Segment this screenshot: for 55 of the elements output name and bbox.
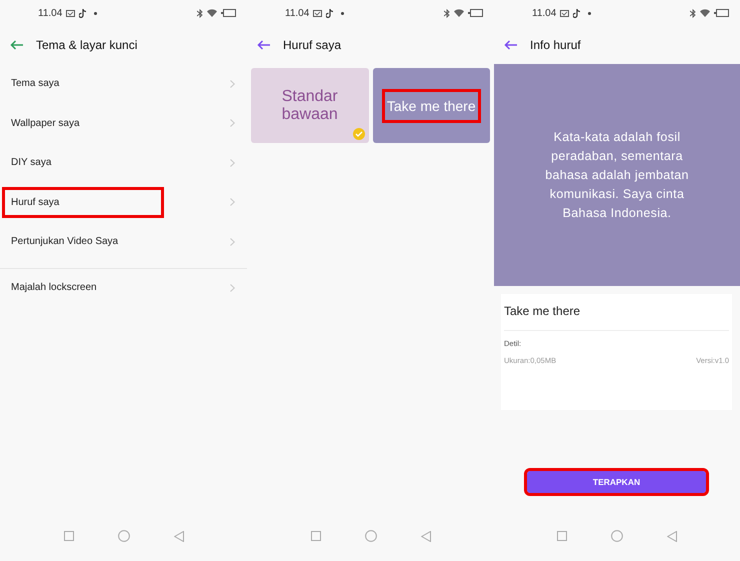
wifi-icon bbox=[454, 9, 464, 17]
page-title: Tema & layar kunci bbox=[36, 38, 138, 52]
apply-button[interactable]: TERAPKAN bbox=[527, 471, 706, 493]
page-title: Huruf saya bbox=[283, 38, 342, 52]
chevron-right-icon bbox=[230, 80, 235, 88]
battery-icon bbox=[714, 9, 730, 17]
dot-icon bbox=[94, 12, 98, 14]
message-icon bbox=[560, 10, 570, 16]
home-icon[interactable] bbox=[118, 530, 130, 542]
font-name: Take me there bbox=[504, 304, 729, 331]
chevron-right-icon bbox=[230, 198, 235, 206]
menu-item[interactable]: Tema saya bbox=[5, 71, 66, 96]
page-title: Info huruf bbox=[530, 38, 581, 52]
bluetooth-icon bbox=[690, 8, 696, 18]
chevron-right-icon bbox=[230, 284, 235, 292]
message-icon bbox=[313, 10, 322, 16]
back-icon[interactable] bbox=[420, 530, 430, 542]
back-arrow-icon[interactable] bbox=[10, 40, 24, 50]
font-name: Take me there bbox=[384, 92, 478, 120]
dot-icon bbox=[588, 12, 592, 14]
recent-apps-icon[interactable] bbox=[557, 531, 567, 541]
bluetooth-icon bbox=[197, 8, 203, 18]
battery-icon bbox=[468, 9, 484, 17]
dot-icon bbox=[341, 12, 344, 14]
back-arrow-icon[interactable] bbox=[257, 40, 271, 50]
recent-apps-icon[interactable] bbox=[310, 531, 320, 541]
back-icon[interactable] bbox=[174, 530, 184, 542]
status-time: 11.04 bbox=[285, 8, 310, 18]
preview-text: Kata-kata adalah fosil peradaban, sementara bahasa adalah jembatan komunikasi. Saya cinta Bahasa Indonesia. bbox=[544, 128, 690, 222]
menu-item[interactable]: Huruf saya bbox=[5, 190, 161, 215]
chevron-right-icon bbox=[230, 119, 235, 128]
menu-item[interactable]: Majalah lockscreen bbox=[5, 275, 103, 300]
message-icon bbox=[66, 10, 76, 16]
status-time: 11.04 bbox=[532, 8, 556, 18]
status-time: 11.04 bbox=[38, 8, 62, 18]
menu-item[interactable]: DIY saya bbox=[5, 150, 58, 176]
back-icon[interactable] bbox=[667, 530, 677, 542]
font-card[interactable]: Standar bawaan bbox=[251, 68, 368, 143]
menu-item[interactable]: Wallpaper saya bbox=[5, 110, 86, 136]
battery-icon bbox=[221, 9, 237, 17]
music-note-icon bbox=[573, 8, 580, 18]
back-arrow-icon[interactable] bbox=[504, 40, 518, 50]
recent-apps-icon[interactable] bbox=[64, 531, 74, 541]
check-icon bbox=[352, 128, 364, 140]
home-icon[interactable] bbox=[611, 530, 623, 542]
menu-item[interactable]: Pertunjukan Video Saya bbox=[5, 229, 124, 254]
wifi-icon bbox=[700, 9, 710, 17]
font-name: Standar bawaan bbox=[280, 88, 339, 124]
wifi-icon bbox=[207, 9, 217, 17]
music-note-icon bbox=[326, 8, 334, 18]
music-note-icon bbox=[79, 8, 86, 18]
chevron-right-icon bbox=[230, 158, 235, 167]
home-icon[interactable] bbox=[364, 530, 376, 542]
chevron-right-icon bbox=[230, 238, 235, 246]
bluetooth-icon bbox=[444, 8, 450, 18]
